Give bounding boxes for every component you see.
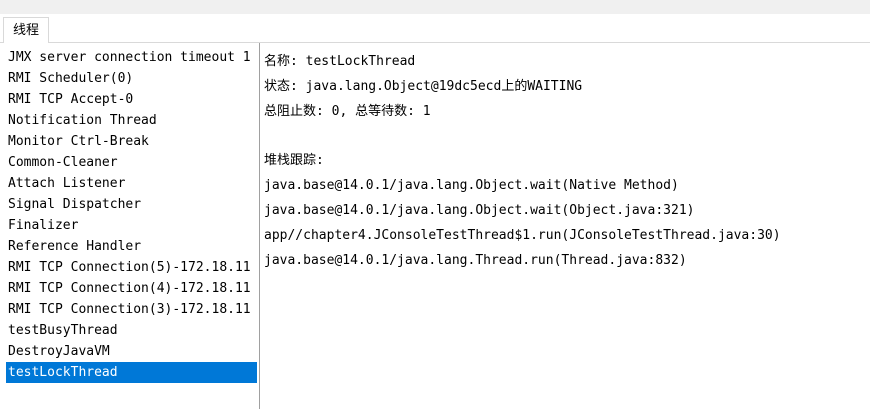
thread-list-item[interactable]: Common-Cleaner xyxy=(6,152,257,173)
thread-list-panel: JMX server connection timeout 1 RMI Sche… xyxy=(6,47,257,407)
thread-list-item[interactable]: Signal Dispatcher xyxy=(6,194,257,215)
thread-list: JMX server connection timeout 1 RMI Sche… xyxy=(6,47,257,383)
thread-list-item[interactable]: Finalizer xyxy=(6,215,257,236)
thread-name-line: 名称: testLockThread xyxy=(264,54,416,69)
thread-list-item[interactable]: DestroyJavaVM xyxy=(6,341,257,362)
thread-list-item-selected[interactable]: testLockThread xyxy=(6,362,257,383)
split-pane-divider[interactable] xyxy=(259,43,260,409)
thread-list-item[interactable]: RMI TCP Accept-0 xyxy=(6,89,257,110)
thread-counts-line: 总阻止数: 0, 总等待数: 1 xyxy=(264,104,431,119)
thread-list-item[interactable]: RMI TCP Connection(3)-172.18.11 xyxy=(6,299,257,320)
thread-list-item[interactable]: RMI TCP Connection(4)-172.18.11 xyxy=(6,278,257,299)
top-strip xyxy=(0,0,870,14)
stack-trace-title: 堆栈跟踪: xyxy=(264,153,324,168)
thread-list-item[interactable]: Reference Handler xyxy=(6,236,257,257)
stack-frame: java.base@14.0.1/java.lang.Thread.run(Th… xyxy=(264,253,687,268)
stack-frame: java.base@14.0.1/java.lang.Object.wait(N… xyxy=(264,178,679,193)
tab-threads[interactable]: 线程 xyxy=(3,17,50,43)
thread-state-line: 状态: java.lang.Object@19dc5ecd上的WAITING xyxy=(264,79,583,94)
thread-list-item[interactable]: RMI TCP Connection(5)-172.18.11 xyxy=(6,257,257,278)
thread-list-item[interactable]: JMX server connection timeout 1 xyxy=(6,47,257,68)
stack-frame: java.base@14.0.1/java.lang.Object.wait(O… xyxy=(264,203,695,218)
thread-details: 名称: testLockThread 状态: java.lang.Object@… xyxy=(264,49,864,407)
thread-list-item[interactable]: Notification Thread xyxy=(6,110,257,131)
thread-list-item[interactable]: testBusyThread xyxy=(6,320,257,341)
thread-list-item[interactable]: Attach Listener xyxy=(6,173,257,194)
details-spacer xyxy=(264,124,864,148)
thread-list-item[interactable]: Monitor Ctrl-Break xyxy=(6,131,257,152)
stack-frame: app//chapter4.JConsoleTestThread$1.run(J… xyxy=(264,228,781,243)
thread-list-item[interactable]: RMI Scheduler(0) xyxy=(6,68,257,89)
tab-bar: 线程 xyxy=(0,14,870,43)
threads-panel: JMX server connection timeout 1 RMI Sche… xyxy=(0,43,870,409)
